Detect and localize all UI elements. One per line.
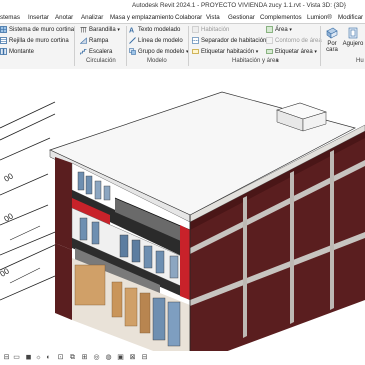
model-line-icon xyxy=(129,37,136,44)
model-line-label: Línea de modelo xyxy=(138,38,183,45)
tag-area-label: Etiquetar área xyxy=(275,49,313,56)
room-label: Habitación xyxy=(201,27,230,34)
area-label: Área xyxy=(275,27,288,34)
model-line-tool[interactable]: Línea de modelo xyxy=(129,37,183,46)
chevron-down-icon[interactable]: ▾ xyxy=(289,27,292,33)
ramp-icon xyxy=(79,37,87,44)
stair-tool[interactable]: Escalera xyxy=(80,48,112,57)
curtain-system-tool[interactable]: Sistema de muro cortina xyxy=(0,26,74,35)
ribbon-separator xyxy=(74,26,75,66)
railing-tool[interactable]: Barandilla ▾ xyxy=(80,26,120,35)
menu-lumion[interactable]: Lumion® xyxy=(307,14,332,21)
shaft-opening-icon xyxy=(347,27,359,39)
mullion-label: Montante xyxy=(9,49,35,56)
model-group-icon xyxy=(129,48,136,55)
window-title: Autodesk Revit 2024.1 - PROYECTO VIVIEND… xyxy=(132,2,346,9)
shadows-icon[interactable]: ◐ xyxy=(44,353,53,362)
menu-modificar[interactable]: Modificar xyxy=(338,14,363,21)
area-tool[interactable]: Área ▾ xyxy=(266,26,292,35)
scale-icon[interactable]: ⊟ xyxy=(2,353,11,362)
area-boundary-icon xyxy=(266,37,273,44)
ramp-tool[interactable]: Rampa xyxy=(79,37,109,46)
svg-text:A: A xyxy=(129,27,134,33)
lock-view-icon[interactable]: ⊞ xyxy=(80,353,89,362)
sun-path-icon[interactable]: ☼ xyxy=(34,353,43,362)
model-text-icon: A xyxy=(129,26,136,34)
menu-gestionar[interactable]: Gestionar xyxy=(228,14,255,21)
level-label: 00 xyxy=(3,211,16,224)
view-3d-canvas[interactable]: 00 00 00 xyxy=(0,69,365,365)
tag-area-icon xyxy=(266,48,273,55)
curtain-grid-label: Rejilla de muro cortina xyxy=(9,38,69,45)
chevron-down-icon[interactable]: ▾ xyxy=(314,49,317,55)
tag-area-tool[interactable]: Etiquetar área ▾ xyxy=(266,48,317,57)
area-boundary-tool[interactable]: Contorno de área xyxy=(266,37,322,46)
menu-bar: stemas Insertar Anotar Analizar Masa y e… xyxy=(0,12,365,23)
menu-complementos[interactable]: Complementos xyxy=(260,14,302,21)
panel-label-habitacion: Habitación y área xyxy=(232,58,279,64)
room-tool[interactable]: Habitación xyxy=(192,26,229,35)
menu-masa[interactable]: Masa y emplazamiento xyxy=(110,14,174,21)
temporary-hide-icon[interactable]: ◎ xyxy=(92,353,101,362)
area-boundary-label: Contorno de área xyxy=(275,38,322,45)
ribbon-separator xyxy=(188,26,189,66)
tag-room-tool[interactable]: Etiquetar habitación ▾ xyxy=(192,48,258,57)
model-group-tool[interactable]: Grupo de modelo ▾ xyxy=(129,48,189,57)
analytical-model-icon[interactable]: ⊠ xyxy=(128,353,137,362)
opening-by-face-icon xyxy=(326,27,338,39)
ribbon-separator xyxy=(320,26,321,66)
menu-vista[interactable]: Vista xyxy=(206,14,220,21)
stair-icon xyxy=(80,48,87,55)
mullion-icon xyxy=(0,48,7,55)
room-icon xyxy=(192,26,199,33)
room-separator-label: Separador de habitación xyxy=(201,38,267,45)
menu-analizar[interactable]: Analizar xyxy=(81,14,103,21)
by-face-button[interactable]: Por cara xyxy=(324,27,340,53)
curtain-system-icon xyxy=(0,26,7,33)
railing-label: Barandilla xyxy=(89,27,116,34)
reveal-hidden-icon[interactable]: ◍ xyxy=(104,353,113,362)
crop-view-icon[interactable]: ⧉ xyxy=(68,353,77,362)
building-model: 00 00 00 xyxy=(0,91,365,365)
chevron-down-icon[interactable]: ▾ xyxy=(256,49,259,55)
curtain-grid-tool[interactable]: Rejilla de muro cortina xyxy=(0,37,69,46)
model-text-tool[interactable]: A Texto modelado xyxy=(129,26,180,35)
tag-room-label: Etiquetar habitación xyxy=(201,49,255,56)
stair-label: Escalera xyxy=(89,49,113,56)
panel-dropdown-icon[interactable]: ▾ xyxy=(276,58,279,64)
menu-sistemas[interactable]: stemas xyxy=(0,14,20,21)
curtain-system-label: Sistema de muro cortina xyxy=(9,27,75,34)
detail-level-icon[interactable]: ▭ xyxy=(12,353,21,362)
view-control-bar: ⊟ ▭ ◼ ☼ ◐ ⊡ ⧉ ⊞ ◎ ◍ ▣ ⊠ ⊟ xyxy=(0,351,365,365)
by-face-label: Por cara xyxy=(326,41,338,53)
highlight-displacement-icon[interactable]: ⊟ xyxy=(140,353,149,362)
room-separator-icon xyxy=(192,37,199,44)
room-separator-tool[interactable]: Separador de habitación xyxy=(192,37,266,46)
curtain-grid-icon xyxy=(0,37,7,44)
ribbon-separator xyxy=(126,26,127,66)
tag-room-icon xyxy=(192,48,199,55)
worksharing-icon[interactable]: ▣ xyxy=(116,353,125,362)
level-label: 00 xyxy=(0,266,11,279)
area-icon xyxy=(266,26,273,33)
level-label: 00 xyxy=(3,171,16,184)
chevron-down-icon[interactable]: ▾ xyxy=(117,27,120,33)
visual-style-icon[interactable]: ◼ xyxy=(24,353,33,362)
render-icon[interactable]: ⊡ xyxy=(56,353,65,362)
menu-anotar[interactable]: Anotar xyxy=(55,14,73,21)
shaft-opening-button[interactable]: Agujero xyxy=(342,27,364,47)
panel-label-modelo: Modelo xyxy=(147,58,167,64)
panel-label-cut: Hu xyxy=(356,58,364,64)
menu-colaborar[interactable]: Colaborar xyxy=(175,14,202,21)
railing-icon xyxy=(80,26,87,33)
panel-label-circulacion: Circulación xyxy=(86,58,116,64)
model-text-label: Texto modelado xyxy=(138,27,181,34)
ribbon: Sistema de muro cortina Rejilla de muro … xyxy=(0,23,365,70)
menu-insertar[interactable]: Insertar xyxy=(28,14,49,21)
model-group-label: Grupo de modelo xyxy=(138,49,185,56)
mullion-tool[interactable]: Montante xyxy=(0,48,34,57)
ramp-label: Rampa xyxy=(89,38,109,45)
shaft-opening-label: Agujero xyxy=(342,41,364,47)
